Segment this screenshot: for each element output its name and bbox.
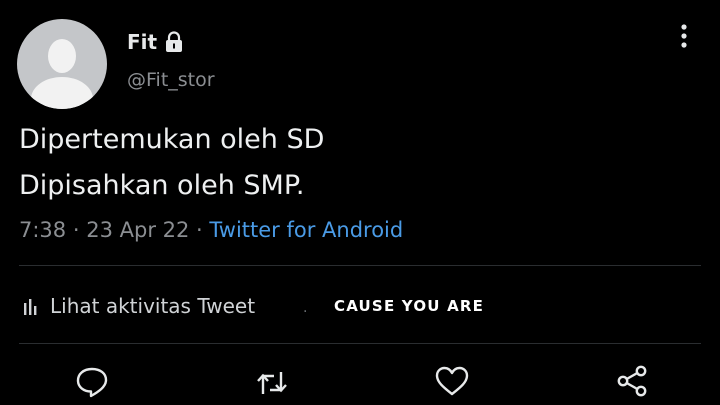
avatar-body-shape xyxy=(31,77,93,109)
tweet-text-line: Dipertemukan oleh SD xyxy=(19,124,325,155)
share-icon xyxy=(617,365,647,397)
video-caption-overlay: CAUSE YOU ARE xyxy=(334,297,485,315)
view-tweet-activity-button[interactable]: Lihat aktivitas Tweet xyxy=(23,294,255,318)
share-button[interactable] xyxy=(614,363,650,399)
tweet-text-line: Dipisahkan oleh SMP. xyxy=(19,170,305,201)
tweet-date[interactable]: 23 Apr 22 xyxy=(86,218,189,242)
tweet-source-link[interactable]: Twitter for Android xyxy=(209,218,403,242)
reply-button[interactable] xyxy=(74,363,110,399)
avatar[interactable] xyxy=(17,19,107,109)
retweet-button[interactable] xyxy=(254,363,290,399)
tweet-meta: 7:38 · 23 Apr 22 · Twitter for Android xyxy=(19,218,403,242)
author-name[interactable]: Fit xyxy=(127,30,157,54)
reply-icon xyxy=(76,367,108,398)
author-name-row[interactable]: Fit xyxy=(127,30,184,54)
meta-separator: · xyxy=(72,218,80,242)
divider xyxy=(19,265,701,266)
analytics-bars-icon xyxy=(24,299,37,315)
lock-icon xyxy=(166,31,183,52)
like-button[interactable] xyxy=(434,363,470,399)
avatar-head-shape xyxy=(48,39,76,73)
more-vertical-icon[interactable] xyxy=(674,22,694,50)
author-handle[interactable]: @Fit_stor xyxy=(127,69,215,91)
retweet-icon xyxy=(257,372,287,394)
meta-separator: · xyxy=(196,218,203,242)
activity-label: Lihat aktivitas Tweet xyxy=(50,294,256,318)
dot-separator: . xyxy=(303,300,308,316)
heart-icon xyxy=(435,366,469,396)
tweet-time[interactable]: 7:38 xyxy=(19,218,66,242)
divider xyxy=(19,343,701,344)
